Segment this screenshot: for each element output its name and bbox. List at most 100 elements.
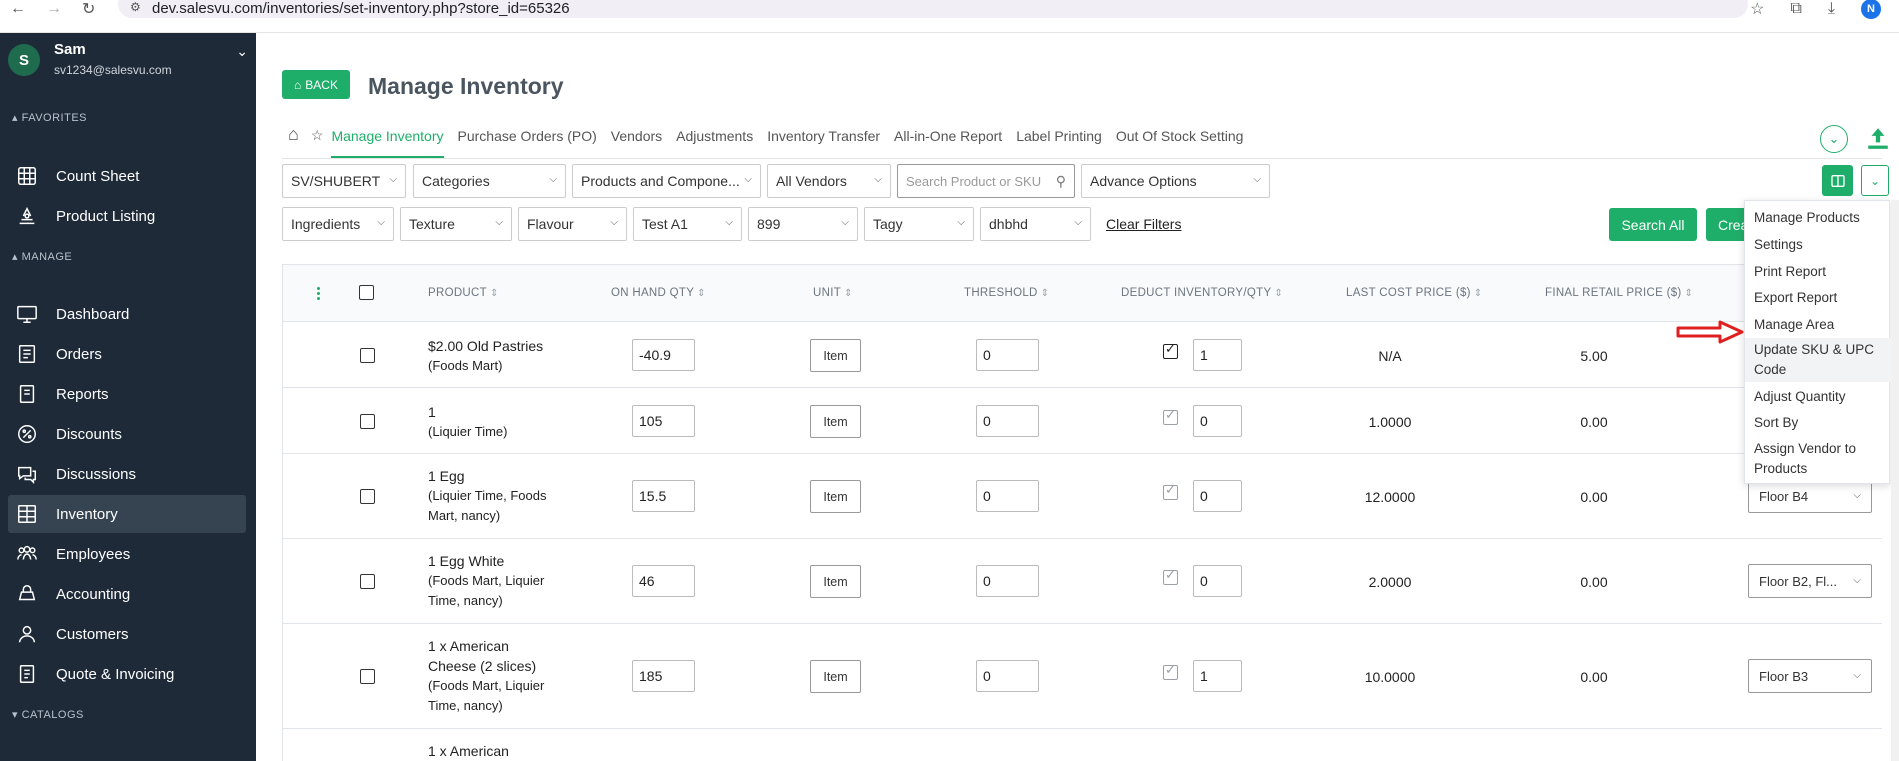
deduct-checkbox[interactable] [1163, 482, 1178, 500]
threshold-input[interactable]: 0 [976, 480, 1039, 512]
select-all-checkbox[interactable] [359, 285, 374, 300]
expand-circle-icon[interactable]: ⌄ [1820, 125, 1848, 153]
header-on-hand-qty[interactable]: ON HAND QTY ⇕ [611, 287, 706, 299]
categories-select[interactable]: Categories ⌵ [413, 164, 566, 198]
deduct-checkbox[interactable] [1163, 567, 1178, 585]
scrollbar[interactable] [1891, 200, 1899, 761]
back-button[interactable]: ⌂ BACK [282, 70, 350, 99]
unit-button[interactable]: Item [810, 480, 861, 513]
clear-filters-link[interactable]: Clear Filters [1106, 216, 1181, 232]
texture-select[interactable]: Texture ⌵ [400, 207, 512, 241]
search-all-button[interactable]: Search All [1609, 208, 1697, 241]
deduct-qty-input[interactable]: 1 [1193, 660, 1242, 692]
menu-item-settings[interactable]: Settings [1745, 235, 1891, 255]
sidebar-item-discounts[interactable]: Discounts [8, 415, 246, 453]
create-button[interactable]: Crea [1706, 208, 1746, 241]
on-hand-qty-input[interactable]: 185 [632, 660, 695, 692]
table-row[interactable]: 1 (Liquier Time) 105 Item 0 0 1.0000 0.00 [283, 388, 1882, 454]
sidebar-item-dashboard[interactable]: Dashboard [8, 295, 246, 333]
row-checkbox[interactable] [360, 348, 375, 363]
row-checkbox[interactable] [360, 669, 375, 684]
tab-adjustments[interactable]: Adjustments [676, 124, 753, 158]
chevron-down-icon[interactable]: ⌄ [236, 43, 248, 60]
tab-manage-inventory[interactable]: Manage Inventory [331, 124, 444, 158]
tab-label-printing[interactable]: Label Printing [1016, 124, 1102, 158]
tab-out-of-stock-setting[interactable]: Out Of Stock Setting [1116, 124, 1244, 158]
header-unit[interactable]: UNIT ⇕ [813, 287, 853, 299]
section-manage[interactable]: ▴ MANAGE [12, 250, 72, 263]
deduct-qty-input[interactable]: 0 [1193, 565, 1242, 597]
on-hand-qty-input[interactable]: 15.5 [632, 480, 695, 512]
upload-icon[interactable] [1865, 124, 1891, 152]
row-checkbox[interactable] [360, 489, 375, 504]
sidebar-item-count-sheet[interactable]: Count Sheet [8, 157, 246, 195]
threshold-input[interactable]: 0 [976, 565, 1039, 597]
menu-item-print-report[interactable]: Print Report [1745, 262, 1891, 282]
deduct-checkbox[interactable] [1163, 662, 1178, 680]
menu-item-assign-vendor[interactable]: Assign Vendor to Products [1745, 439, 1891, 479]
deduct-checkbox[interactable] [1163, 407, 1178, 425]
products-select[interactable]: Products and Compone... ⌵ [572, 164, 761, 198]
menu-item-adjust-quantity[interactable]: Adjust Quantity [1745, 387, 1891, 407]
unit-button[interactable]: Item [810, 565, 861, 598]
table-row[interactable]: $2.00 Old Pastries (Foods Mart) -40.9 Ite… [283, 322, 1882, 388]
row-checkbox[interactable] [360, 414, 375, 429]
menu-item-sort-by[interactable]: Sort By [1745, 413, 1891, 433]
header-final-retail-price[interactable]: FINAL RETAIL PRICE ($) ⇕ [1545, 287, 1693, 299]
column-view-button[interactable] [1822, 165, 1853, 196]
advance-options-select[interactable]: Advance Options ⌵ [1081, 164, 1270, 198]
search-icon[interactable]: ⚲ [1056, 173, 1066, 190]
area-select[interactable]: Floor B2, Fl... ⌵ [1748, 564, 1872, 598]
sidebar-item-product-listing[interactable]: Product Listing [8, 197, 246, 235]
section-favorites[interactable]: ▴ FAVORITES [12, 111, 87, 124]
table-row[interactable]: 1 Egg White (Foods Mart, Liquier Time, na… [283, 539, 1882, 624]
forward-arrow-icon[interactable]: → [46, 0, 62, 18]
header-threshold[interactable]: THRESHOLD ⇕ [964, 287, 1049, 299]
ingredients-select[interactable]: Ingredients ⌵ [282, 207, 394, 241]
menu-item-manage-products[interactable]: Manage Products [1745, 208, 1891, 228]
on-hand-qty-input[interactable]: 105 [632, 405, 695, 437]
store-select[interactable]: SV/SHUBERT ⌵ [282, 164, 406, 198]
tab-vendors[interactable]: Vendors [611, 124, 662, 158]
flavour-select[interactable]: Flavour ⌵ [518, 207, 627, 241]
star-icon[interactable]: ☆ [311, 124, 324, 144]
vendors-select[interactable]: All Vendors ⌵ [767, 164, 891, 198]
tab-all-in-one-report[interactable]: All-in-One Report [894, 124, 1002, 158]
download-icon[interactable]: ⤓ [1828, 0, 1835, 18]
tagy-select[interactable]: Tagy ⌵ [864, 207, 974, 241]
menu-item-manage-area[interactable]: Manage Area [1745, 315, 1891, 335]
sidebar-item-quote-invoicing[interactable]: Quote & Invoicing [8, 655, 246, 693]
menu-item-update-sku-upc[interactable]: Update SKU & UPC Code [1745, 338, 1891, 382]
sidebar-item-orders[interactable]: Orders [8, 335, 246, 373]
header-last-cost-price[interactable]: LAST COST PRICE ($) ⇕ [1346, 287, 1482, 299]
unit-button[interactable]: Item [810, 660, 861, 693]
deduct-checkbox[interactable] [1163, 341, 1178, 359]
dhbhd-select[interactable]: dhbhd ⌵ [980, 207, 1091, 241]
site-settings-icon[interactable]: ⚙ [130, 0, 141, 14]
reload-icon[interactable]: ↻ [82, 0, 95, 19]
profile-avatar[interactable]: N [1861, 0, 1881, 19]
sidebar-item-reports[interactable]: Reports [8, 375, 246, 413]
table-row[interactable]: 1 Egg (Liquier Time, Foods Mart, nancy) 1… [283, 454, 1882, 539]
on-hand-qty-input[interactable]: 46 [632, 565, 695, 597]
row-checkbox[interactable] [360, 574, 375, 589]
menu-item-export-report[interactable]: Export Report [1745, 288, 1891, 308]
area-select[interactable]: Floor B4 ⌵ [1748, 479, 1872, 513]
on-hand-qty-input[interactable]: -40.9 [632, 339, 695, 371]
header-deduct-inventory[interactable]: DEDUCT INVENTORY/QTY ⇕ [1121, 287, 1283, 299]
deduct-qty-input[interactable]: 1 [1193, 339, 1242, 371]
table-row[interactable]: 1 x American Cheese (2 slices) (Foods Mar… [283, 624, 1882, 729]
more-options-button[interactable]: ⌄ [1861, 165, 1889, 196]
threshold-input[interactable]: 0 [976, 339, 1039, 371]
unit-button[interactable]: Item [810, 405, 861, 438]
extensions-icon[interactable]: ⧉ [1790, 0, 1801, 18]
area-select[interactable]: Floor B3 ⌵ [1748, 659, 1872, 693]
table-row[interactable]: 1 x American [283, 729, 1882, 761]
search-input[interactable]: Search Product or SKU ⚲ [897, 164, 1075, 198]
deduct-qty-input[interactable]: 0 [1193, 480, 1242, 512]
address-bar[interactable]: ⚙ dev.salesvu.com/inventories/set-invent… [118, 0, 1748, 18]
number-select[interactable]: 899 ⌵ [748, 207, 858, 241]
user-block[interactable]: S Sam sv1234@salesvu.com ⌄ [8, 41, 248, 87]
home-icon[interactable]: ⌂ [288, 124, 299, 145]
tab-inventory-transfer[interactable]: Inventory Transfer [767, 124, 880, 158]
